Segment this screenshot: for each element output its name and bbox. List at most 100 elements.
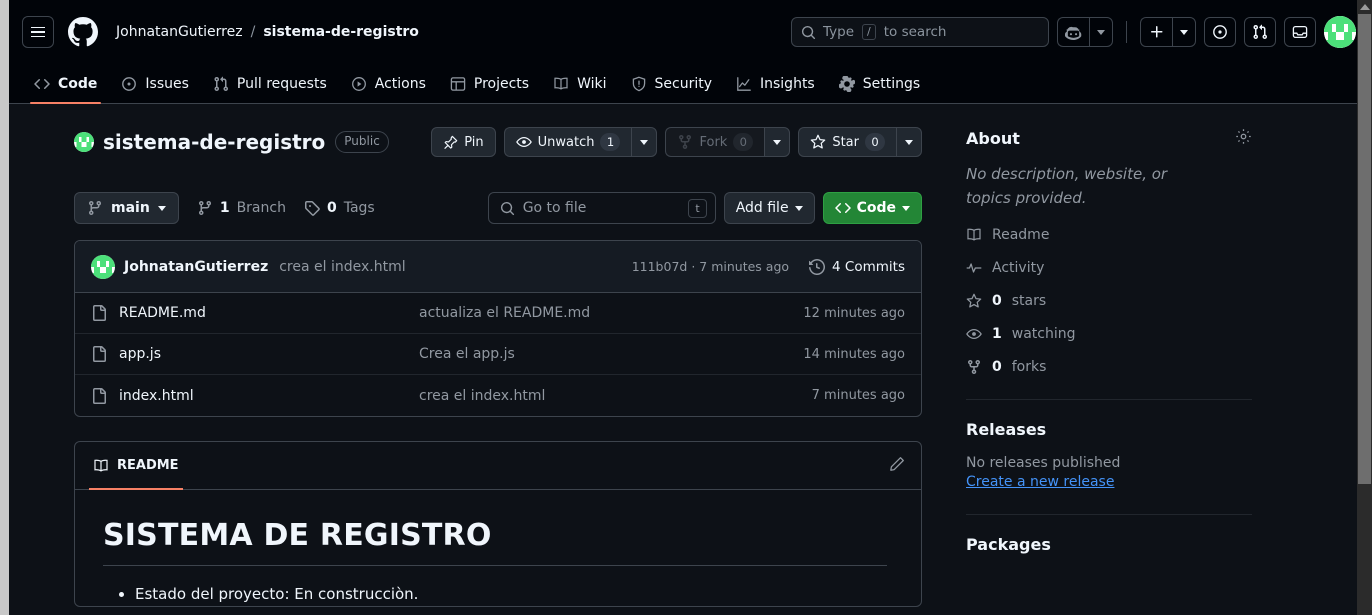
copilot-split-button (1057, 17, 1113, 47)
avatar[interactable] (1324, 16, 1356, 48)
scrollbar-thumb[interactable] (1358, 14, 1371, 484)
file-name[interactable]: index.html (119, 388, 419, 404)
plus-icon[interactable] (1140, 17, 1172, 47)
header-actions: Type / to search (791, 16, 1356, 48)
inbox-icon[interactable] (1284, 17, 1316, 47)
github-logo-icon[interactable] (68, 17, 98, 47)
create-new-chevron-down-icon[interactable] (1172, 17, 1196, 47)
activity-link[interactable]: Activity (966, 260, 1252, 276)
commit-message[interactable]: crea el index.html (279, 259, 405, 275)
copilot-chevron-down-icon[interactable] (1089, 17, 1113, 47)
commits-count-link[interactable]: 4 Commits (809, 259, 905, 275)
file-name[interactable]: app.js (119, 346, 419, 362)
scrollbar-up-arrow-icon[interactable] (1360, 4, 1370, 10)
code-button[interactable]: Code (822, 192, 922, 224)
github-repo-page: JohnatanGutierrez / sistema-de-registro … (0, 0, 1372, 615)
page-title[interactable]: sistema-de-registro (103, 130, 325, 154)
star-chevron-down-icon[interactable] (896, 127, 922, 157)
commit-meta: 111b07d · 7 minutes ago 4 Commits (632, 259, 905, 275)
star-button[interactable]: Star 0 (798, 127, 896, 157)
toolbar-right: Go to file t Add file Code (487, 192, 922, 224)
tab-pull-requests-label: Pull requests (236, 75, 327, 92)
add-file-button[interactable]: Add file (723, 192, 815, 224)
eye-icon (966, 328, 982, 340)
activity-link-label: Activity (992, 260, 1045, 276)
tab-security-label: Security (654, 75, 713, 92)
forks-link[interactable]: 0 forks (966, 359, 1252, 375)
watching-link[interactable]: 1 watching (966, 326, 1252, 342)
fork-button-group: Fork 0 (665, 127, 791, 157)
pencil-icon[interactable] (889, 456, 905, 476)
branch-selector[interactable]: main (74, 192, 179, 224)
readme-header: README (75, 442, 921, 490)
star-icon (966, 293, 982, 308)
branch-chevron-down-icon (157, 205, 166, 211)
search-input[interactable]: Type / to search (791, 17, 1049, 47)
tab-projects[interactable]: Projects (438, 64, 541, 103)
left-scrollbar[interactable] (0, 0, 9, 615)
fork-button-label: Fork (699, 134, 728, 150)
watch-chevron-down-icon[interactable] (631, 127, 658, 157)
readme-link[interactable]: Readme (966, 227, 1252, 243)
go-to-file-input[interactable]: Go to file t (487, 192, 716, 224)
issues-icon[interactable] (1204, 17, 1236, 47)
file-commit-message[interactable]: actualiza el README.md (419, 305, 803, 321)
forks-label: forks (1011, 359, 1047, 375)
stars-link[interactable]: 0 stars (966, 293, 1252, 309)
tab-security[interactable]: Security (619, 64, 725, 103)
tab-pull-requests[interactable]: Pull requests (201, 64, 339, 103)
sidebar-divider (966, 399, 1252, 400)
stars-label: stars (1011, 293, 1047, 309)
right-scrollbar[interactable] (1357, 0, 1372, 615)
commits-count-label: 4 Commits (832, 258, 905, 275)
releases-title: Releases (966, 420, 1047, 439)
repo-action-buttons: Pin Unwatch 1 Fork 0 Star 0 (431, 127, 922, 157)
page-content: JohnatanGutierrez / sistema-de-registro … (0, 0, 1372, 615)
file-icon (93, 387, 106, 404)
tab-actions[interactable]: Actions (339, 64, 438, 103)
fork-chevron-down-icon[interactable] (764, 127, 791, 157)
file-table: JohnatanGutierrez crea el index.html 111… (74, 240, 922, 417)
commit-sha: 111b07d (631, 259, 688, 274)
pin-button[interactable]: Pin (431, 127, 496, 157)
create-release-link[interactable]: Create a new release (966, 474, 1114, 490)
copilot-icon[interactable] (1057, 17, 1089, 47)
repo-nav: Code Issues Pull requests Actions Projec… (0, 64, 1372, 104)
search-slash-key: / (862, 24, 876, 40)
tags-link[interactable]: 0 Tags (304, 200, 375, 216)
readme-content: SISTEMA DE REGISTRO Estado del proyecto:… (75, 490, 921, 606)
tab-projects-label: Projects (473, 75, 530, 92)
table-row[interactable]: app.js Crea el app.js 14 minutes ago (75, 334, 921, 375)
tab-insights[interactable]: Insights (724, 64, 827, 103)
add-file-chevron-down-icon (794, 205, 803, 211)
branches-link[interactable]: 1 Branch (197, 200, 286, 216)
breadcrumb: JohnatanGutierrez / sistema-de-registro (116, 24, 419, 40)
hamburger-menu-icon[interactable] (22, 16, 54, 48)
fork-button[interactable]: Fork 0 (665, 127, 765, 157)
tab-issues[interactable]: Issues (109, 64, 201, 103)
readme-tab-label: README (117, 458, 179, 473)
star-count: 0 (865, 133, 885, 151)
packages-title: Packages (966, 535, 1051, 554)
breadcrumb-owner[interactable]: JohnatanGutierrez (116, 24, 243, 40)
gear-icon[interactable] (1235, 128, 1252, 149)
unwatch-button[interactable]: Unwatch 1 (503, 127, 632, 157)
tab-readme[interactable]: README (89, 442, 183, 490)
watching-label: watching (1011, 326, 1076, 342)
tab-code[interactable]: Code (22, 64, 109, 104)
file-commit-message[interactable]: Crea el app.js (419, 346, 803, 362)
table-row[interactable]: README.md actualiza el README.md 12 minu… (75, 293, 921, 334)
tab-settings[interactable]: Settings (827, 64, 932, 103)
file-name[interactable]: README.md (119, 305, 419, 321)
file-commit-message[interactable]: crea el index.html (419, 388, 812, 404)
pull-requests-icon[interactable] (1244, 17, 1276, 47)
tab-wiki[interactable]: Wiki (541, 64, 618, 103)
readme-link-label: Readme (992, 227, 1050, 243)
breadcrumb-repo[interactable]: sistema-de-registro (263, 24, 419, 40)
commit-sha-and-time[interactable]: 111b07d · 7 minutes ago (632, 259, 789, 274)
table-row[interactable]: index.html crea el index.html 7 minutes … (75, 375, 921, 416)
commit-author-name[interactable]: JohnatanGutierrez (124, 259, 268, 275)
book-icon (967, 228, 981, 241)
tab-code-label: Code (58, 75, 98, 92)
tags-count: 0 (326, 200, 337, 216)
